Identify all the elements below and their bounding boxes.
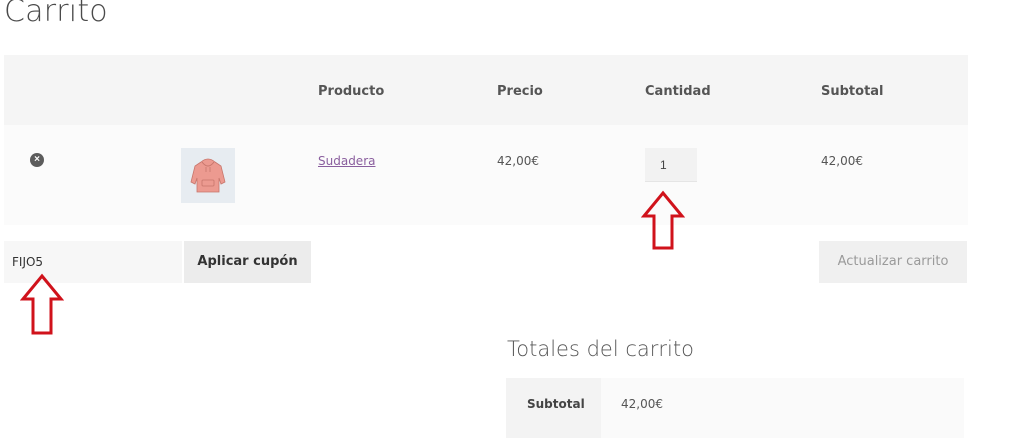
totals-subtotal-value: 42,00€: [621, 397, 663, 411]
cart-totals-title: Totales del carrito: [507, 337, 694, 361]
product-thumbnail[interactable]: [181, 148, 235, 203]
table-row: [4, 125, 968, 225]
header-subtotal: Subtotal: [821, 84, 884, 99]
page-title: Carrito: [4, 0, 108, 29]
header-product: Producto: [318, 84, 385, 99]
product-price: 42,00€: [497, 154, 539, 168]
update-cart-button[interactable]: Actualizar carrito: [819, 241, 967, 283]
quantity-input[interactable]: [645, 148, 697, 182]
product-subtotal: 42,00€: [821, 154, 863, 168]
hoodie-image: [190, 158, 226, 193]
remove-item-icon[interactable]: ×: [30, 153, 44, 167]
annotation-arrow-up-icon: [641, 190, 685, 250]
totals-subtotal-label: Subtotal: [527, 397, 585, 411]
annotation-arrow-up-icon: [20, 273, 64, 335]
header-quantity: Cantidad: [645, 84, 711, 99]
apply-coupon-button[interactable]: Aplicar cupón: [184, 241, 311, 283]
header-price: Precio: [497, 84, 543, 99]
product-link[interactable]: Sudadera: [318, 154, 375, 168]
